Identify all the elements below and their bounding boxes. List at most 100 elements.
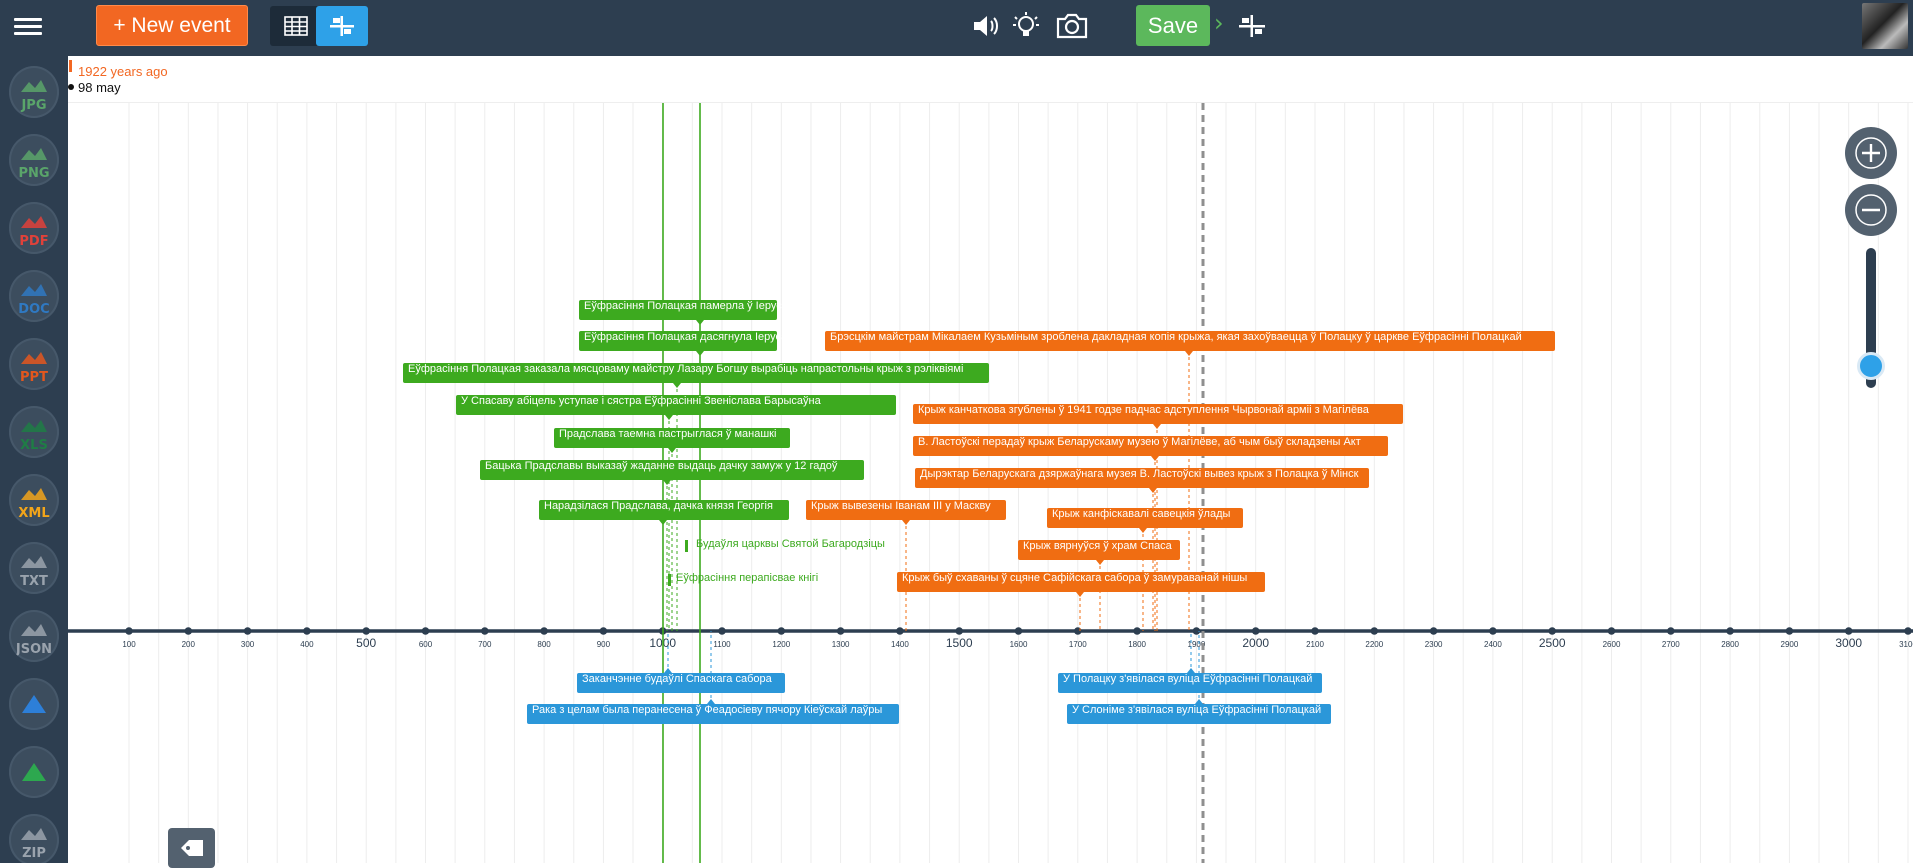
axis-tick <box>1429 627 1438 635</box>
lightbulb-button[interactable] <box>1008 8 1044 44</box>
event-label[interactable]: Будаўля царквы Святой Багародзіцы <box>696 538 885 550</box>
export-zip-button[interactable]: ZIP <box>9 814 59 863</box>
event-label[interactable]: Еўфрасіння Полацкая дасягнула Іерусаліма <box>579 331 810 351</box>
camera-button[interactable] <box>1054 8 1090 44</box>
export-google-drive-icon <box>22 763 46 781</box>
save-button[interactable]: Save <box>1136 5 1210 46</box>
axis-tick <box>1904 627 1912 635</box>
event-label[interactable]: Еўфрасіння перапісвае кнігі <box>676 572 818 584</box>
event-label[interactable]: Бацька Прадславы выказаў жаданне выдаць … <box>480 460 864 480</box>
timeline-view-button[interactable] <box>316 6 368 46</box>
axis-tick <box>540 627 548 635</box>
event-pointer <box>1139 528 1147 533</box>
event-duration-bar <box>668 574 671 586</box>
export-label: ZIP <box>22 846 46 861</box>
export-zip-icon <box>21 828 47 840</box>
event-pointer <box>663 480 671 485</box>
event-label[interactable]: Крыж канфіскавалі савецкія ўлады <box>1047 508 1243 528</box>
axis-tick <box>1726 627 1734 635</box>
export-google-drive-button[interactable] <box>9 746 59 798</box>
export-xls-icon <box>21 420 47 432</box>
axis-tick-label: 3100 <box>1899 640 1913 649</box>
axis-tick <box>718 627 726 635</box>
export-doc-button[interactable]: DOC <box>9 270 59 322</box>
export-json-icon <box>21 624 47 636</box>
event-pointer <box>1149 488 1157 493</box>
export-dropbox-button[interactable] <box>9 678 59 730</box>
axis-tick-label: 300 <box>241 640 255 649</box>
event-label[interactable]: Брэсцкім майстрам Мікалаем Кузьміным зро… <box>825 331 1555 351</box>
timeline-canvas[interactable]: 1922 years ago 98 may 500100015002000250… <box>68 56 1913 863</box>
axis-tick-label: 2200 <box>1365 640 1383 649</box>
event-label[interactable]: Дырэктар Беларускага дзяржаўнага музея В… <box>915 468 1369 488</box>
zoom-out-button[interactable] <box>1845 184 1897 236</box>
zoom-in-button[interactable] <box>1845 127 1897 179</box>
axis-tick-label: 100 <box>122 640 136 649</box>
axis-tick-label: 2400 <box>1484 640 1502 649</box>
axis-tick <box>1370 627 1379 635</box>
event-label[interactable]: Прадслава таемна пастрыглася ў манашкі <box>554 428 790 448</box>
export-label: PNG <box>18 166 50 181</box>
axis-tick <box>1014 627 1023 635</box>
export-jpg-button[interactable]: JPG <box>9 66 59 118</box>
table-view-button[interactable] <box>270 6 322 46</box>
export-xls-button[interactable]: XLS <box>9 406 59 458</box>
event-label[interactable]: Еўфрасіння Полацкая памерла ў Іерусаліме <box>579 300 810 320</box>
export-xml-button[interactable]: XML <box>9 474 59 526</box>
export-pdf-button[interactable]: PDF <box>9 202 59 254</box>
top-toolbar: + New event Save › <box>0 0 1913 56</box>
axis-tick-label: 2600 <box>1603 640 1621 649</box>
export-label: PPT <box>20 370 48 385</box>
event-label[interactable]: Крыж канчаткова згублены ў 1941 годзе па… <box>913 404 1403 424</box>
event-label[interactable]: Крыж вярнуўся ў храм Спаса <box>1018 540 1180 560</box>
event-pointer <box>902 520 910 525</box>
event-duration-bar <box>685 540 688 552</box>
menu-icon[interactable] <box>14 14 42 38</box>
event-label[interactable]: Заканчэнне будаўлі Спаскага сабора <box>577 673 785 693</box>
user-avatar[interactable] <box>1862 3 1908 49</box>
export-png-button[interactable]: PNG <box>9 134 59 186</box>
event-label[interactable]: В. Ластоўскі перадаў крыж Беларускаму му… <box>913 436 1388 456</box>
chevron-right-icon: › <box>1214 9 1224 37</box>
axis-tick <box>836 627 845 635</box>
timeline-layout-button[interactable] <box>1234 8 1270 44</box>
axis-tick-label: 1100 <box>713 640 731 649</box>
table-view-icon <box>284 16 308 36</box>
axis-tick <box>362 627 371 635</box>
event-label[interactable]: Крыж вывезены Іванам III у Маскву <box>806 500 1006 520</box>
event-label[interactable]: У Полацку з'явілася вуліца Еўфрасінні По… <box>1058 673 1322 693</box>
export-label: DOC <box>18 302 50 317</box>
event-label[interactable]: У Слоніме з'явілася вуліца Еўфрасінні По… <box>1067 704 1331 724</box>
axis-tick-label: 900 <box>597 640 611 649</box>
timeline-grid: 5001000150020002500300010020030040060070… <box>68 103 1913 863</box>
speaker-icon <box>974 16 998 36</box>
tag-button[interactable] <box>168 828 215 868</box>
speaker-button[interactable] <box>968 8 1004 44</box>
event-label[interactable]: Еўфрасіння Полацкая заказала мясцоваму м… <box>403 363 989 383</box>
new-event-button[interactable]: + New event <box>96 5 248 46</box>
event-label[interactable]: Нарадзілася Прадслава, дачка князя Георг… <box>539 500 789 520</box>
axis-tick <box>1311 627 1319 635</box>
zoom-slider-handle[interactable] <box>1857 352 1885 380</box>
axis-tick-label: 700 <box>478 640 492 649</box>
export-label: TXT <box>20 574 48 589</box>
event-label[interactable]: У Спасаву абіцель уступае і сястра Еўфра… <box>456 395 896 415</box>
export-label: PDF <box>19 234 49 249</box>
axis-tick-label: 400 <box>300 640 314 649</box>
axis-tick-label: 600 <box>419 640 433 649</box>
event-label[interactable]: Рака з целам была перанесена ў Феадосіев… <box>527 704 899 724</box>
axis-tick-label: 1400 <box>891 640 909 649</box>
axis-tick <box>896 627 904 635</box>
timeline-view-icon <box>330 16 354 36</box>
axis-tick-label: 800 <box>537 640 551 649</box>
export-json-button[interactable]: JSON <box>9 610 59 662</box>
axis-tick-label: 2100 <box>1306 640 1324 649</box>
export-ppt-button[interactable]: PPT <box>9 338 59 390</box>
event-pointer <box>665 415 673 420</box>
event-pointer <box>696 320 704 325</box>
export-txt-button[interactable]: TXT <box>9 542 59 594</box>
event-label[interactable]: Крыж быў схаваны ў сцяне Сафійскага сабо… <box>897 572 1265 592</box>
axis-tick-label: 1500 <box>946 636 973 650</box>
event-pointer <box>1153 424 1161 429</box>
export-txt-icon <box>21 556 47 568</box>
